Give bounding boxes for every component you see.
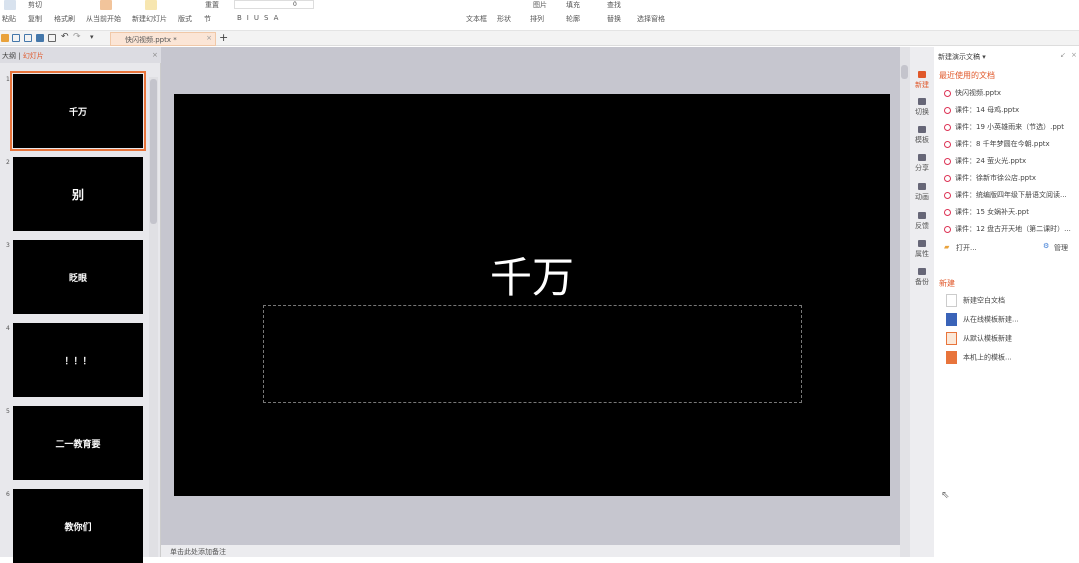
subtitle-placeholder[interactable] [263,305,802,403]
slide-number: 6 [6,491,10,498]
find-button[interactable]: 查找 [607,0,621,10]
side-tab-transition[interactable]: 切换 [910,98,934,117]
slide-editor: 千万 [161,47,900,545]
new-blank-item[interactable]: 新建空白文档 [946,294,1005,307]
open-link[interactable]: 打开... [956,243,977,253]
replace-button[interactable]: 替换 [607,14,621,24]
paste-icon [4,0,16,10]
font-size-select[interactable]: 0 [234,0,314,9]
new-slide-icon [145,0,157,10]
new-heading: 新建 [939,279,955,288]
recent-item[interactable]: 课件：24 萤火光.pptx [944,156,1074,166]
mouse-cursor-icon: ⇖ [941,490,950,501]
scrollbar-thumb[interactable] [901,65,908,79]
local-template-item[interactable]: 本机上的模板... [946,351,1012,364]
manage-link[interactable]: 管理 [1054,243,1068,253]
save-icon[interactable] [12,34,20,42]
recent-item[interactable]: 课件：14 母鸡.pptx [944,105,1074,115]
new-online-template-item[interactable]: 从在线模板新建... [946,313,1019,326]
gear-icon: ⚙ [1043,242,1050,250]
slide-canvas[interactable]: 千万 [174,94,890,496]
open-icon[interactable] [1,34,9,42]
close-tab-icon[interactable]: × [206,34,212,42]
side-tab-backup[interactable]: 备份 [910,268,934,287]
slide-thumbnail[interactable]: ！！！ [13,323,143,397]
side-tab-share[interactable]: 分享 [910,154,934,173]
task-pane: 新建演示文稿 ▾ ↙ × 最近使用的文档 快闪视频.pptx 课件：14 母鸡.… [934,47,1079,557]
from-current-button[interactable]: 从当前开始 [86,14,121,24]
new-tab-button[interactable]: + [219,31,228,44]
folder-icon: ▰ [944,243,950,251]
slide-number: 1 [6,76,10,83]
notes-area[interactable]: 单击此处添加备注 [161,545,900,557]
select-pane-button[interactable]: 选择窗格 [637,14,665,24]
format-painter-button[interactable]: 格式刷 [54,14,75,24]
side-tab-feedback[interactable]: 反馈 [910,212,934,231]
document-tab-label: 快闪视频.pptx * [125,36,177,44]
shape-button[interactable]: 形状 [497,14,511,24]
side-tab-template[interactable]: 模板 [910,126,934,145]
slide-number: 3 [6,242,10,249]
preview-icon[interactable] [48,34,56,42]
slide-thumbnail[interactable]: 教你们 [13,489,143,563]
new-default-template-item[interactable]: 从默认模板新建 [946,332,1012,345]
recent-item[interactable]: 课件：8 千年梦圆在今朝.pptx [944,139,1074,149]
outline-button[interactable]: 轮廓 [566,14,580,24]
recent-heading: 最近使用的文档 [939,71,995,80]
recent-item[interactable]: 课件：19 小英雄雨来（节选）.ppt [944,122,1074,132]
section-button[interactable]: 节 [204,14,211,24]
copy-button[interactable]: 复制 [28,14,42,24]
side-tab-properties[interactable]: 属性 [910,240,934,259]
close-panel-icon[interactable]: × [152,51,158,59]
editor-scrollbar[interactable] [900,47,910,557]
picture-button[interactable]: 图片 [533,0,547,10]
slide-thumbnail[interactable]: 千万 [10,71,146,151]
ribbon-toolbar: 粘贴 剪切 复制 格式刷 从当前开始 新建幻灯片 版式 重置 节 0 BIUSA… [0,0,1079,31]
pin-icon[interactable]: ↙ [1060,51,1066,59]
slide-title[interactable]: 千万 [174,244,890,305]
slide-number: 2 [6,159,10,166]
play-icon [100,0,112,10]
reset-button[interactable]: 重置 [205,0,219,10]
text-box-button[interactable]: 文本框 [466,14,487,24]
recent-item[interactable]: 课件：12 盘古开天地（第二课时）... [944,224,1074,234]
tab-outline[interactable]: 大纲 [2,52,16,60]
recent-item[interactable]: 快闪视频.pptx [944,88,1074,98]
layout-button[interactable]: 版式 [178,14,192,24]
slide-thumbnail[interactable]: 二一教育要 [13,406,143,480]
side-tab-animation[interactable]: 动画 [910,183,934,202]
close-pane-icon[interactable]: × [1071,51,1077,59]
font-style-buttons[interactable]: BIUSA [237,14,283,22]
pane-title[interactable]: 新建演示文稿 ▾ [938,52,986,62]
export-icon[interactable] [24,34,32,42]
undo-icon[interactable]: ↶ [61,32,69,42]
print-icon[interactable] [36,34,44,42]
redo-icon[interactable]: ↷ [73,32,81,42]
task-pane-tabs: 新建 切换 模板 分享 动画 反馈 属性 备份 [910,47,934,557]
recent-item[interactable]: 课件：统编版四年级下册语文阅读... [944,190,1074,200]
tab-slides[interactable]: 幻灯片 [23,52,44,60]
slide-number: 5 [6,408,10,415]
document-tab[interactable]: 快闪视频.pptx * × [110,32,216,46]
arrange-button[interactable]: 排列 [530,14,544,24]
slide-number: 4 [6,325,10,332]
slide-thumbnail[interactable]: 眨眼 [13,240,143,314]
slides-panel: 大纲 | 幻灯片 × 1 千万 2 别 3 眨眼 4 ！！！ 5 二一教育要 6… [0,47,161,563]
new-slide-button[interactable]: 新建幻灯片 [132,14,167,24]
slide-thumbnail[interactable]: 别 [13,157,143,231]
panel-tabs: 大纲 | 幻灯片 × [0,47,161,63]
paste-button[interactable]: 粘贴 [2,14,16,24]
side-tab-new[interactable]: 新建 [910,71,934,90]
recent-item[interactable]: 课件：徐新市徐公店.pptx [944,173,1074,183]
fill-button[interactable]: 填充 [566,0,580,10]
scrollbar-thumb[interactable] [150,79,157,224]
recent-item[interactable]: 课件：15 女娲补天.ppt [944,207,1074,217]
cut-button[interactable]: 剪切 [28,0,42,10]
dropdown-icon[interactable]: ▾ [90,33,94,41]
